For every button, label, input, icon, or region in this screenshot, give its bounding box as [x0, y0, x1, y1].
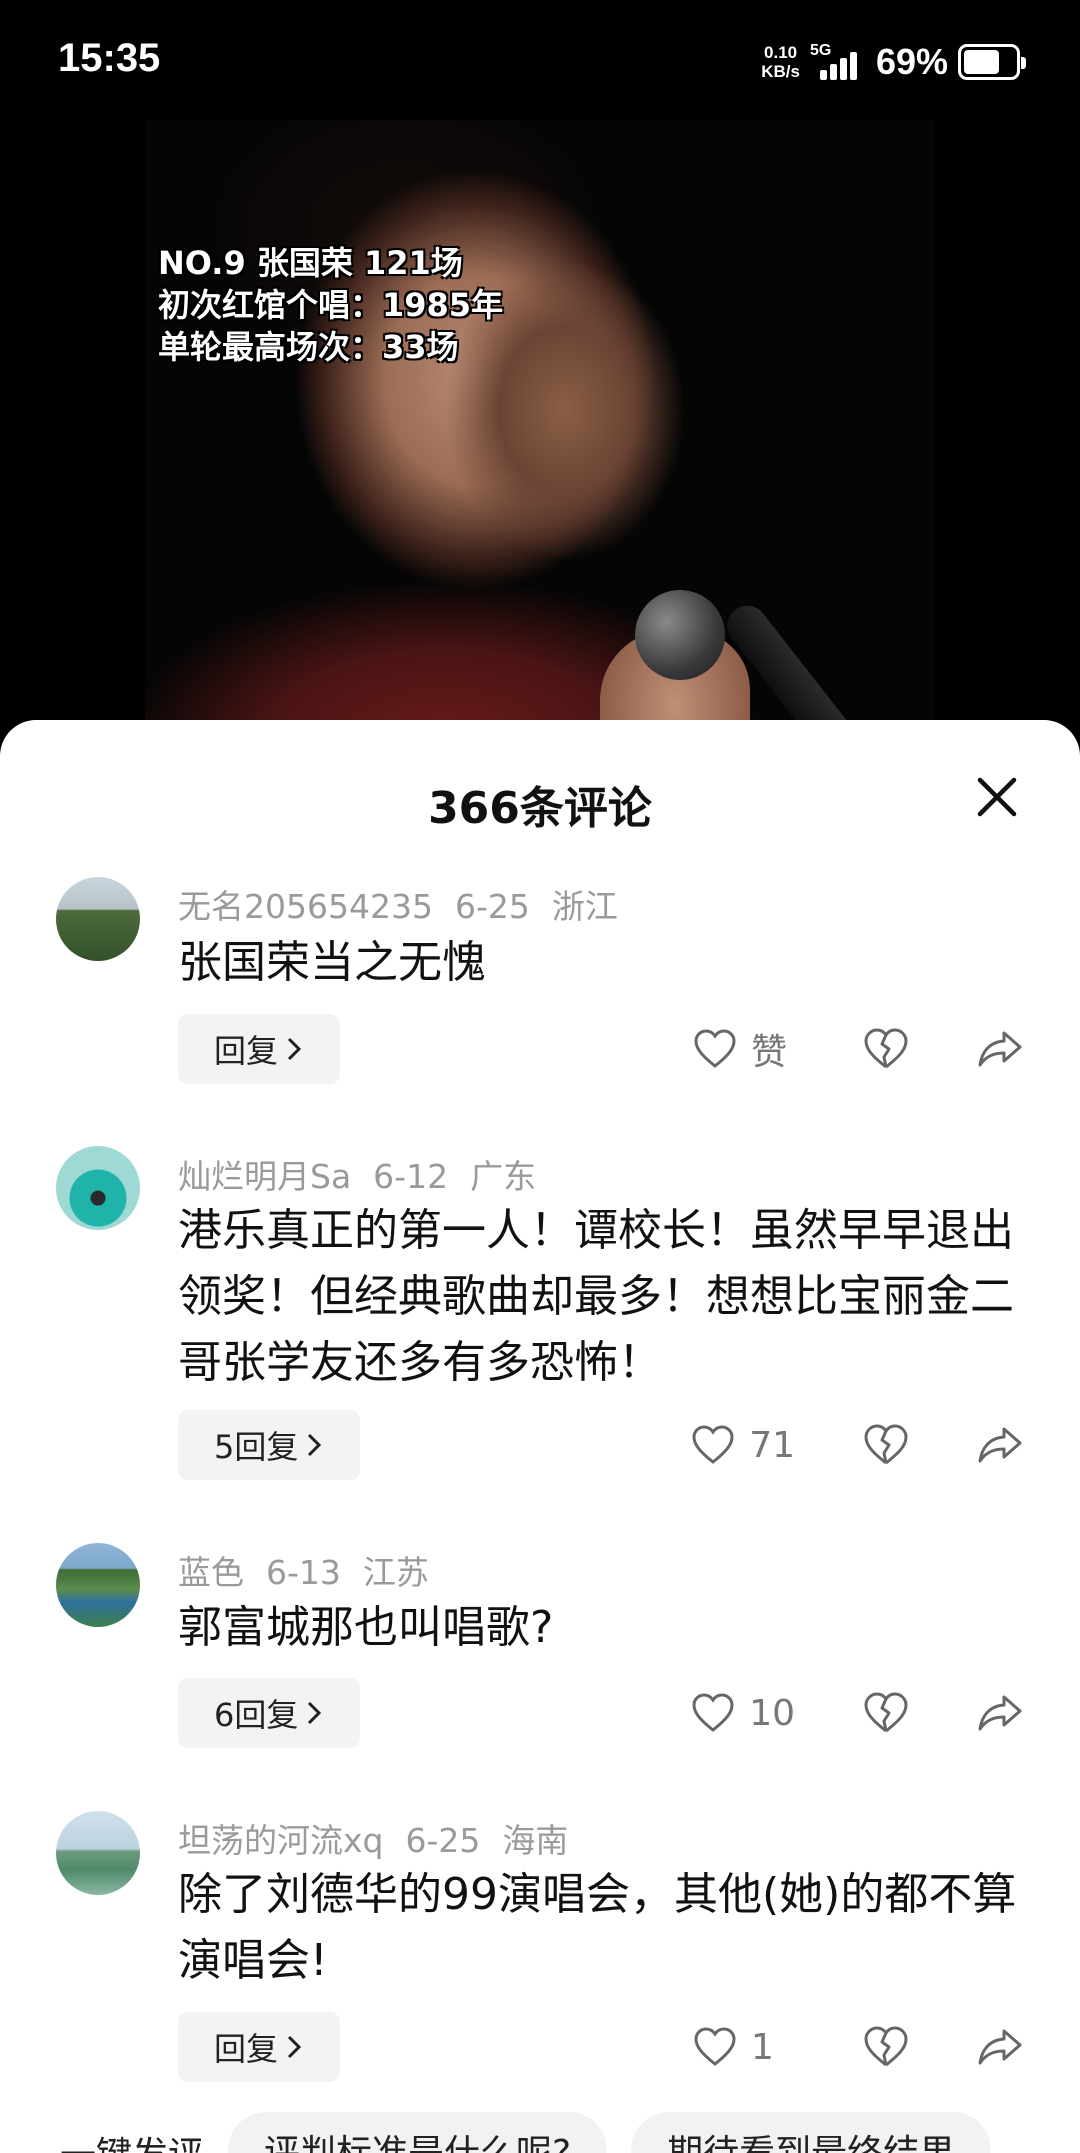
video-overlay-line: NO.9 张国荣 121场	[158, 244, 463, 282]
avatar[interactable]	[56, 1543, 140, 1627]
reply-button-label: 5回复	[214, 1428, 299, 1466]
quick-comment-suggestion[interactable]: 期待看到最终结果	[631, 2112, 992, 2153]
signal-bar	[839, 58, 847, 80]
share-icon[interactable]	[976, 1421, 1024, 1469]
comment-username[interactable]: 无名205654235	[178, 887, 433, 926]
chevron-right-icon	[287, 1037, 302, 1061]
heart-icon	[694, 2027, 736, 2066]
network-type: 5G	[809, 42, 832, 59]
comment-text: 张国荣当之无愧	[178, 937, 486, 988]
share-icon[interactable]	[976, 2023, 1024, 2071]
comment-text: 除了刘德华的99演唱会，其他(她)的都不算演唱会!	[178, 1869, 1017, 1986]
broken-heart-icon[interactable]	[862, 1689, 910, 1737]
video-microphone-head	[635, 590, 725, 680]
reply-button-label: 回复	[214, 1032, 279, 1070]
heart-icon	[692, 1425, 734, 1464]
comment-date: 6-12	[373, 1157, 449, 1196]
comment-username[interactable]: 坦荡的河流xq	[178, 1821, 383, 1860]
video-player[interactable]: NO.9 张国荣 121场 初次红馆个唱：1985年 单轮最高场次：33场	[0, 120, 1080, 740]
comment-meta: 无名205654235 6-25 浙江	[178, 880, 640, 928]
chevron-right-icon	[308, 1701, 322, 1725]
like-button[interactable]: 1	[693, 2012, 795, 2082]
reply-button-label: 6回复	[214, 1696, 299, 1734]
comments-sheet: 366条评论 无名205654235 6-25 浙江 张国荣当之无愧 回复 赞 灿烂…	[0, 720, 1080, 2153]
like-count: 71	[749, 1424, 795, 1466]
avatar[interactable]	[56, 1811, 140, 1895]
like-button[interactable]: 71	[691, 1410, 795, 1480]
comment-meta: 灿烂明月Sa 6-12 广东	[178, 1150, 558, 1198]
like-count: 10	[749, 1692, 795, 1734]
network-speed-unit: KB/s	[761, 62, 800, 81]
signal-bar	[829, 64, 837, 80]
battery-icon	[958, 44, 1026, 80]
close-icon	[977, 777, 1017, 817]
battery-percent: 69%	[875, 41, 948, 82]
reply-button[interactable]: 回复	[178, 1014, 341, 1084]
signal-bar	[849, 52, 857, 80]
like-count: 1	[751, 2026, 774, 2068]
comment-text: 郭富城那也叫唱歌?	[178, 1602, 554, 1653]
broken-heart-icon[interactable]	[862, 1421, 910, 1469]
video-overlay-line: 单轮最高场次：33场	[158, 328, 459, 366]
video-frame	[145, 120, 935, 740]
quick-comment-suggestion[interactable]: 评判标准是什么呢?	[228, 2112, 608, 2153]
heart-icon	[692, 1693, 734, 1732]
reply-button[interactable]: 6回复	[178, 1678, 361, 1748]
battery-nub	[1021, 57, 1026, 69]
network-speed: 0.10 KB/s	[761, 43, 800, 81]
chevron-right-icon	[287, 2035, 302, 2059]
comment-location: 浙江	[551, 887, 618, 926]
comment-username[interactable]: 蓝色	[178, 1553, 244, 1592]
quick-comment-label[interactable]: 一键发评	[60, 2112, 204, 2153]
comment-date: 6-13	[266, 1553, 341, 1592]
heart-icon	[694, 1029, 736, 1068]
comment-username[interactable]: 灿烂明月Sa	[178, 1157, 351, 1196]
chevron-right-icon	[308, 1433, 322, 1457]
battery-fill	[964, 50, 999, 74]
comment-location: 海南	[502, 1821, 569, 1860]
comment-meta: 蓝色 6-13 江苏	[178, 1546, 451, 1594]
close-button[interactable]	[972, 772, 1022, 822]
quick-comment-bar: 一键发评 评判标准是什么呢? 期待看到最终结果	[0, 2112, 1080, 2153]
broken-heart-icon[interactable]	[862, 2023, 910, 2071]
broken-heart-icon[interactable]	[862, 1025, 910, 1073]
reply-button[interactable]: 回复	[178, 2012, 341, 2082]
status-time: 15:35	[58, 36, 161, 80]
reply-button-label: 回复	[214, 2030, 279, 2068]
comment-text: 港乐真正的第一人！谭校长！虽然早早退出领奖！但经典歌曲却最多！想想比宝丽金二哥张…	[178, 1205, 1014, 1388]
like-button[interactable]: 10	[691, 1678, 795, 1748]
network-speed-value: 0.10	[764, 43, 798, 62]
avatar[interactable]	[56, 1146, 140, 1230]
comment-location: 广东	[470, 1157, 537, 1196]
signal-icon: 5G	[810, 42, 866, 82]
share-icon[interactable]	[976, 1689, 1024, 1737]
comment-location: 江苏	[362, 1553, 429, 1592]
comment-date: 6-25	[405, 1821, 481, 1860]
like-button[interactable]: 赞	[693, 1014, 795, 1084]
reply-button[interactable]: 5回复	[178, 1410, 361, 1480]
like-count: 赞	[751, 1032, 788, 1073]
avatar[interactable]	[56, 877, 140, 961]
video-overlay-caption: NO.9 张国荣 121场 初次红馆个唱：1985年 单轮最高场次：33场	[158, 242, 503, 368]
comment-meta: 坦荡的河流xq 6-25 海南	[178, 1814, 590, 1862]
video-overlay-line: 初次红馆个唱：1985年	[158, 286, 504, 324]
comments-count-title: 366条评论	[428, 783, 652, 834]
comment-date: 6-25	[454, 887, 530, 926]
share-icon[interactable]	[976, 1025, 1024, 1073]
status-indicators: 0.10 KB/s 5G 69%	[761, 40, 1026, 84]
status-bar: 15:35 0.10 KB/s 5G 69%	[0, 0, 1080, 120]
signal-bar	[819, 70, 827, 80]
